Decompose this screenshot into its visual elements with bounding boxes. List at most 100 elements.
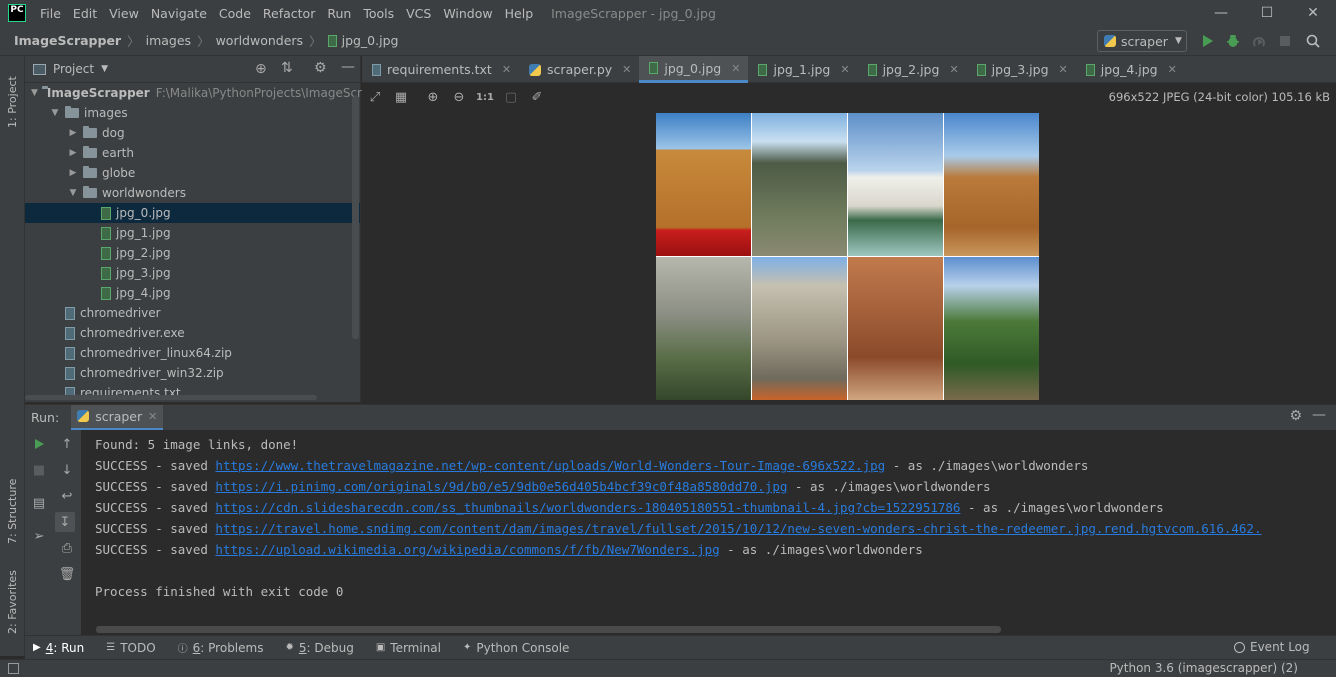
tree-item[interactable]: jpg_0.jpg <box>25 203 360 223</box>
tree-item[interactable]: jpg_4.jpg <box>25 283 360 303</box>
structure-tool-button[interactable]: 7: Structure <box>6 452 19 544</box>
editor-tab[interactable]: requirements.txt ✕ <box>362 56 519 83</box>
tree-item[interactable]: ▶ globe <box>25 163 360 183</box>
chevron-right-icon[interactable]: ▶ <box>67 168 79 178</box>
clear-all-button[interactable]: 🗑 <box>57 564 77 584</box>
run-button[interactable] <box>1200 33 1216 49</box>
close-tab-icon[interactable]: ✕ <box>502 63 511 76</box>
close-tab-icon[interactable]: ✕ <box>731 62 740 75</box>
run-with-coverage-button[interactable] <box>1251 33 1267 49</box>
stop-button[interactable] <box>1277 33 1293 49</box>
event-log-button[interactable]: Event Log <box>1234 640 1310 654</box>
tree-item[interactable]: requirements.txt <box>25 383 360 403</box>
chevron-down-icon[interactable]: ▼ <box>101 64 108 74</box>
fit-zoom-button[interactable]: ▢ <box>498 85 524 109</box>
tree-item[interactable]: chromedriver <box>25 303 360 323</box>
scroll-to-end-button[interactable]: ↧ <box>55 512 75 532</box>
tree-item[interactable]: chromedriver_linux64.zip <box>25 343 360 363</box>
tree-item[interactable]: chromedriver_win32.zip <box>25 363 360 383</box>
rerun-button[interactable] <box>29 434 49 454</box>
hide-panel-icon[interactable]: — <box>341 59 355 75</box>
scroll-down-button[interactable]: ↓ <box>57 460 77 480</box>
menu-edit[interactable]: Edit <box>67 6 103 21</box>
print-button[interactable]: ⎙ <box>57 538 77 558</box>
breadcrumb-file[interactable]: jpg_0.jpg <box>342 33 399 48</box>
chevron-right-icon[interactable]: ▶ <box>67 148 79 158</box>
menu-view[interactable]: View <box>103 6 145 21</box>
close-tab-icon[interactable]: ✕ <box>949 63 958 76</box>
zoom-in-button[interactable]: ⊕ <box>420 85 446 109</box>
breadcrumb-project[interactable]: ImageScrapper <box>14 33 121 48</box>
editor-tab[interactable]: jpg_2.jpg ✕ <box>858 56 967 83</box>
toggle-tool-windows-icon[interactable] <box>8 663 19 674</box>
menu-tools[interactable]: Tools <box>357 6 400 21</box>
actual-size-button[interactable]: 1:1 <box>472 85 498 109</box>
toggle-grid-button[interactable]: ▦ <box>388 85 414 109</box>
bottom-tab[interactable]: ✹ 5: Debug <box>285 641 353 655</box>
menu-refactor[interactable]: Refactor <box>257 6 321 21</box>
tree-item[interactable]: jpg_1.jpg <box>25 223 360 243</box>
console-url-link[interactable]: https://travel.home.sndimg.com/content/d… <box>215 521 1261 536</box>
breadcrumb-worldwonders[interactable]: worldwonders <box>216 33 304 48</box>
close-window-button[interactable]: ✕ <box>1290 0 1336 26</box>
layout-button[interactable]: ▤ <box>29 493 49 513</box>
breadcrumb-images[interactable]: images <box>146 33 191 48</box>
bottom-tab[interactable]: ▣ Terminal <box>376 641 441 655</box>
close-tab-icon[interactable]: ✕ <box>148 410 157 423</box>
menu-vcs[interactable]: VCS <box>400 6 437 21</box>
minimize-button[interactable]: — <box>1198 0 1244 26</box>
console-url-link[interactable]: https://upload.wikimedia.org/wikipedia/c… <box>215 542 719 557</box>
run-tab-scraper[interactable]: scraper ✕ <box>71 404 164 431</box>
hide-panel-icon[interactable]: — <box>1312 407 1326 423</box>
tree-item[interactable]: ▶ earth <box>25 143 360 163</box>
chevron-right-icon[interactable]: ▶ <box>67 128 79 138</box>
locate-file-icon[interactable]: ⊕ <box>255 61 267 77</box>
chevron-down-icon[interactable]: ▼ <box>49 108 61 118</box>
maximize-button[interactable]: ☐ <box>1244 0 1290 26</box>
menu-window[interactable]: Window <box>437 6 498 21</box>
close-tab-icon[interactable]: ✕ <box>1059 63 1068 76</box>
console-horizontal-scrollbar[interactable] <box>96 626 1001 633</box>
console-url-link[interactable]: https://www.thetravelmagazine.net/wp-con… <box>215 458 885 473</box>
bottom-tab[interactable]: ☰ TODO <box>106 641 155 655</box>
editor-tab[interactable]: jpg_1.jpg ✕ <box>748 56 857 83</box>
search-everywhere-button[interactable] <box>1305 33 1321 49</box>
stop-run-button[interactable]: ■ <box>29 460 49 480</box>
close-tab-icon[interactable]: ✕ <box>840 63 849 76</box>
tree-item[interactable]: ▼ images <box>25 103 360 123</box>
favorites-tool-button[interactable]: 2: Favorites <box>6 550 19 634</box>
tree-horizontal-scrollbar[interactable] <box>25 395 317 400</box>
gear-icon[interactable]: ⚙ <box>314 60 327 76</box>
python-interpreter-status[interactable]: Python 3.6 (imagescrapper) (2) <box>1109 661 1298 675</box>
color-picker-button[interactable]: ✐ <box>524 85 550 109</box>
editor-tab[interactable]: jpg_3.jpg ✕ <box>967 56 1076 83</box>
tree-item[interactable]: jpg_2.jpg <box>25 243 360 263</box>
tree-item[interactable]: ▼ ImageScrapper F:\Malika\PythonProjects\I… <box>25 83 377 103</box>
collapse-all-icon[interactable]: ⇅ <box>281 60 293 76</box>
fit-to-window-button[interactable]: ⤢ <box>362 85 388 109</box>
close-tab-icon[interactable]: ✕ <box>622 63 631 76</box>
menu-file[interactable]: File <box>34 6 67 21</box>
zoom-out-button[interactable]: ⊖ <box>446 85 472 109</box>
tree-vertical-scrollbar[interactable] <box>352 96 359 339</box>
editor-tab[interactable]: jpg_0.jpg ✕ <box>639 56 749 83</box>
project-tool-button[interactable]: 1: Project <box>6 68 19 128</box>
soft-wrap-button[interactable]: ↩ <box>57 486 77 506</box>
run-configuration-select[interactable]: scraper ▼ <box>1097 30 1187 52</box>
menu-code[interactable]: Code <box>213 6 257 21</box>
menu-help[interactable]: Help <box>499 6 540 21</box>
editor-tab[interactable]: jpg_4.jpg ✕ <box>1076 56 1185 83</box>
menu-navigate[interactable]: Navigate <box>145 6 213 21</box>
scroll-up-button[interactable]: ↑ <box>57 434 77 454</box>
menu-run[interactable]: Run <box>321 6 357 21</box>
tree-item[interactable]: chromedriver.exe <box>25 323 360 343</box>
console-url-link[interactable]: https://cdn.slidesharecdn.com/ss_thumbna… <box>215 500 960 515</box>
run-console-output[interactable]: Found: 5 image links, done! SUCCESS - sav… <box>82 430 1332 635</box>
bottom-tab[interactable]: ⓘ 6: Problems <box>178 640 264 656</box>
tree-item[interactable]: ▼ worldwonders <box>25 183 360 203</box>
gear-icon[interactable]: ⚙ <box>1289 408 1302 424</box>
chevron-down-icon[interactable]: ▼ <box>67 188 79 198</box>
bottom-tab[interactable]: ✦ Python Console <box>463 641 569 655</box>
chevron-down-icon[interactable]: ▼ <box>31 88 38 98</box>
debug-button[interactable] <box>1225 33 1241 49</box>
